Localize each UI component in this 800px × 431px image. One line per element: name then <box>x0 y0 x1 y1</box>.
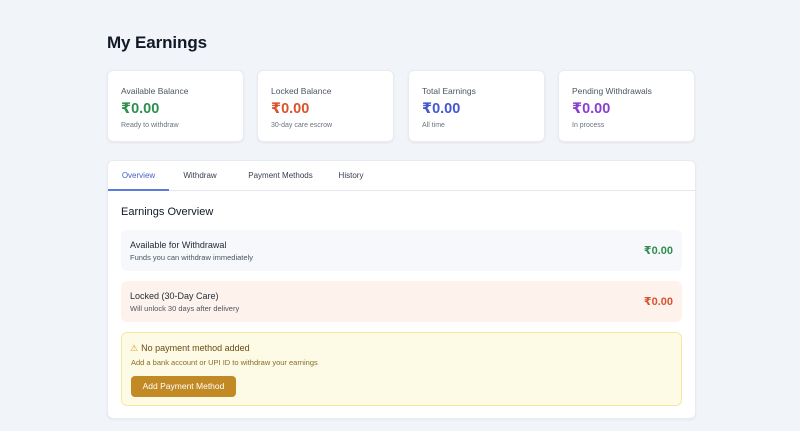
notice-description: Add a bank account or UPI ID to withdraw… <box>131 358 318 367</box>
stat-label: Total Earnings <box>422 86 476 96</box>
stat-label: Locked Balance <box>271 86 332 96</box>
stat-value: ₹0.00 <box>422 101 461 117</box>
stat-subtext: Ready to withdraw <box>121 122 179 129</box>
no-payment-method-notice: ⚠ No payment method added Add a bank acco… <box>121 332 682 406</box>
stat-value: ₹0.00 <box>572 101 611 117</box>
stat-card-locked-balance: Locked Balance ₹0.00 30-day care escrow <box>257 70 394 142</box>
tab-payment-methods[interactable]: Payment Methods <box>237 161 324 191</box>
add-payment-method-button[interactable]: Add Payment Method <box>131 376 236 397</box>
tab-history[interactable]: History <box>331 161 371 191</box>
stat-subtext: 30-day care escrow <box>271 122 333 129</box>
stat-subtext: In process <box>572 122 605 129</box>
stat-card-pending-withdrawals: Pending Withdrawals ₹0.00 In process <box>558 70 695 142</box>
tab-withdraw[interactable]: Withdraw <box>174 161 226 191</box>
stat-label: Pending Withdrawals <box>572 86 652 96</box>
row-subtitle: Funds you can withdraw immediately <box>130 253 253 262</box>
row-amount: ₹0.00 <box>643 296 673 308</box>
row-title: Locked (30-Day Care) <box>130 291 219 301</box>
warning-icon: ⚠ <box>130 343 139 353</box>
section-title: Earnings Overview <box>121 206 214 218</box>
page-title: My Earnings <box>107 33 207 52</box>
tab-overview[interactable]: Overview <box>108 161 169 191</box>
available-for-withdrawal-row: Available for Withdrawal Funds you can w… <box>121 230 682 271</box>
stats-cards: Available Balance ₹0.00 Ready to withdra… <box>107 70 696 142</box>
stat-card-available-balance: Available Balance ₹0.00 Ready to withdra… <box>107 70 244 142</box>
earnings-panel: Overview Withdraw Payment Methods Histor… <box>107 160 696 419</box>
tab-bar: Overview Withdraw Payment Methods Histor… <box>108 161 695 191</box>
row-title: Available for Withdrawal <box>130 240 227 250</box>
row-subtitle: Will unlock 30 days after delivery <box>130 304 240 313</box>
stat-value: ₹0.00 <box>121 101 160 117</box>
notice-heading: ⚠ No payment method added <box>130 343 250 354</box>
locked-care-row: Locked (30-Day Care) Will unlock 30 days… <box>121 281 682 322</box>
notice-title: No payment method added <box>141 343 250 353</box>
stat-value: ₹0.00 <box>271 101 310 117</box>
row-amount: ₹0.00 <box>643 245 673 257</box>
stat-label: Available Balance <box>121 86 189 96</box>
stat-card-total-earnings: Total Earnings ₹0.00 All time <box>408 70 545 142</box>
stat-subtext: All time <box>422 122 445 129</box>
